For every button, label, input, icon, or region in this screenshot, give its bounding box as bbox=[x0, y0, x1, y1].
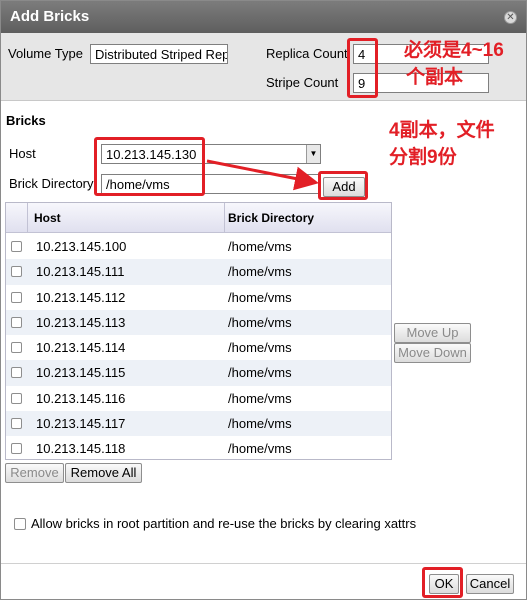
column-divider bbox=[224, 203, 225, 233]
row-checkbox[interactable] bbox=[11, 392, 22, 404]
host-cell: 10.213.145.114 bbox=[36, 340, 126, 356]
remove-all-button[interactable]: Remove All bbox=[65, 463, 142, 483]
directory-cell: /home/vms bbox=[228, 264, 292, 280]
volume-type-label: Volume Type bbox=[8, 46, 83, 61]
move-down-button[interactable]: Move Down bbox=[394, 343, 471, 363]
ok-button-highlight bbox=[422, 567, 463, 598]
close-icon[interactable]: ✕ bbox=[504, 11, 517, 24]
table-row[interactable]: 10.213.145.115 /home/vms bbox=[6, 360, 391, 386]
footer-divider bbox=[1, 563, 526, 564]
column-header-host: Host bbox=[34, 211, 61, 225]
row-checkbox[interactable] bbox=[11, 291, 22, 303]
dropdown-arrow-icon[interactable]: ▼ bbox=[306, 145, 320, 163]
add-button-highlight bbox=[318, 171, 368, 200]
brick-directory-label: Brick Directory bbox=[9, 176, 94, 191]
directory-cell: /home/vms bbox=[228, 365, 292, 381]
table-row[interactable]: 10.213.145.114 /home/vms bbox=[6, 335, 391, 360]
host-directory-highlight bbox=[94, 137, 205, 196]
table-row[interactable]: 10.213.145.117 /home/vms bbox=[6, 411, 391, 437]
directory-cell: /home/vms bbox=[228, 340, 292, 356]
row-checkbox[interactable] bbox=[11, 367, 22, 379]
row-checkbox[interactable] bbox=[11, 443, 22, 455]
directory-cell: /home/vms bbox=[228, 441, 292, 457]
remove-button[interactable]: Remove bbox=[5, 463, 64, 483]
column-divider bbox=[27, 203, 28, 233]
annotation-line: 个副本 bbox=[406, 67, 464, 88]
directory-cell: /home/vms bbox=[228, 314, 292, 330]
table-row[interactable]: 10.213.145.111 /home/vms bbox=[6, 259, 391, 285]
table-row[interactable]: 10.213.145.118 /home/vms bbox=[6, 436, 391, 459]
cancel-button[interactable]: Cancel bbox=[466, 574, 514, 594]
row-checkbox[interactable] bbox=[11, 241, 22, 252]
directory-cell: /home/vms bbox=[228, 390, 292, 406]
directory-cell: /home/vms bbox=[228, 239, 292, 254]
add-bricks-dialog: Add Bricks ✕ Volume Type Distributed Str… bbox=[0, 0, 527, 600]
table-row[interactable]: 10.213.145.100 /home/vms bbox=[6, 234, 391, 259]
root-partition-label: Allow bricks in root partition and re-us… bbox=[31, 516, 417, 531]
row-checkbox[interactable] bbox=[11, 418, 22, 430]
host-label: Host bbox=[9, 146, 36, 161]
directory-cell: /home/vms bbox=[228, 416, 292, 432]
column-header-brick-directory: Brick Directory bbox=[228, 211, 315, 225]
directory-cell: /home/vms bbox=[228, 289, 292, 305]
dialog-title: Add Bricks bbox=[10, 8, 90, 25]
move-up-button[interactable]: Move Up bbox=[394, 323, 471, 343]
host-cell: 10.213.145.100 bbox=[36, 239, 127, 254]
table-row[interactable]: 10.213.145.112 /home/vms bbox=[6, 285, 391, 310]
annotation-line: 分割9份 bbox=[389, 147, 457, 168]
host-cell: 10.213.145.118 bbox=[36, 441, 126, 457]
host-cell: 10.213.145.116 bbox=[36, 390, 126, 406]
row-checkbox[interactable] bbox=[11, 266, 22, 278]
bricks-section-title: Bricks bbox=[6, 113, 46, 128]
replica-stripe-highlight bbox=[347, 38, 378, 98]
title-bar: Add Bricks ✕ bbox=[1, 1, 526, 33]
replica-count-label: Replica Count bbox=[266, 46, 348, 61]
host-cell: 10.213.145.113 bbox=[36, 314, 126, 330]
root-partition-checkbox[interactable] bbox=[14, 518, 26, 530]
bricks-table: Host Brick Directory 10.213.145.100 /hom… bbox=[5, 202, 392, 460]
table-row[interactable]: 10.213.145.113 /home/vms bbox=[6, 309, 391, 336]
host-cell: 10.213.145.117 bbox=[36, 416, 126, 432]
annotation-line: 必须是4~16 bbox=[404, 40, 504, 61]
table-body: 10.213.145.100 /home/vms 10.213.145.111 … bbox=[6, 234, 391, 459]
table-row[interactable]: 10.213.145.116 /home/vms bbox=[6, 386, 391, 411]
host-cell: 10.213.145.111 bbox=[36, 264, 125, 280]
annotation-line: 4副本，文件 bbox=[389, 120, 495, 141]
row-checkbox[interactable] bbox=[11, 316, 22, 328]
annotation-note-replica: 必须是4~16 个副本 bbox=[404, 37, 504, 91]
annotation-note-stripe: 4副本，文件 分割9份 bbox=[389, 117, 495, 171]
volume-type-field[interactable]: Distributed Striped Rep bbox=[90, 44, 228, 64]
table-header: Host Brick Directory bbox=[6, 203, 391, 233]
host-cell: 10.213.145.115 bbox=[36, 365, 126, 381]
host-cell: 10.213.145.112 bbox=[36, 289, 126, 305]
stripe-count-label: Stripe Count bbox=[266, 75, 339, 90]
row-checkbox[interactable] bbox=[11, 342, 22, 354]
